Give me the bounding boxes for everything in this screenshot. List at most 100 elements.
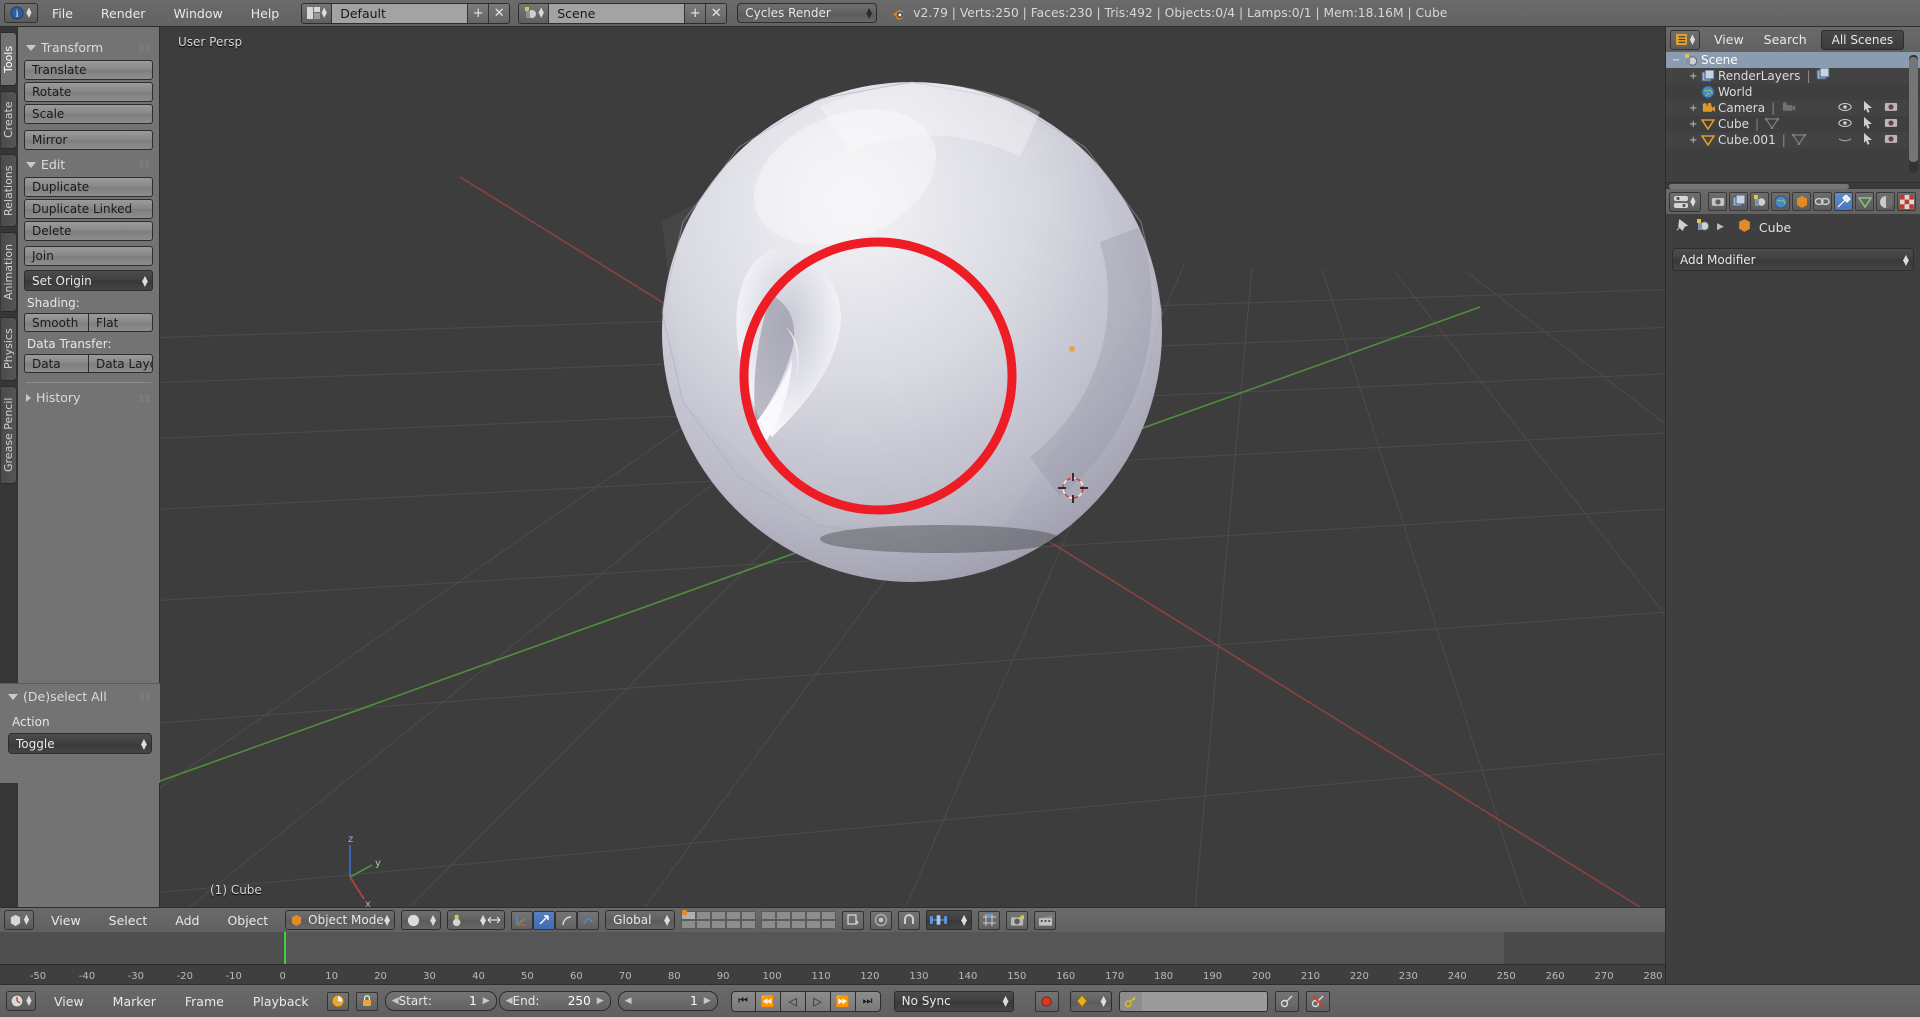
play-reverse-button[interactable]: ◁ [780, 990, 806, 1012]
shade-smooth-button[interactable]: Smooth [24, 313, 88, 332]
properties-tab-render[interactable] [1708, 192, 1727, 211]
proportional-edit-icon[interactable] [870, 910, 893, 930]
render-opengl-animation-icon[interactable] [1034, 910, 1057, 930]
manipulator-mode-icon[interactable] [577, 910, 600, 930]
screen-layout-name[interactable]: Default [332, 3, 468, 23]
tool-tab-tools[interactable]: Tools [1, 32, 17, 86]
add-layout-button[interactable]: + [467, 3, 489, 23]
menu-window[interactable]: Window [159, 0, 236, 27]
properties-tab-data[interactable] [1855, 192, 1874, 211]
viewport-shading-dropdown[interactable]: ▲ ▼ [401, 910, 442, 930]
tl-menu-frame[interactable]: Frame [174, 990, 235, 1012]
translate-manipulator-icon[interactable] [511, 910, 534, 930]
eye-icon[interactable] [1838, 101, 1852, 115]
decrement-icon[interactable]: ◀ [625, 996, 632, 1006]
start-frame-field[interactable]: ◀ Start: 1 ▶ [384, 991, 497, 1011]
properties-tab-scene[interactable] [1750, 192, 1769, 211]
interaction-mode-dropdown[interactable]: Object Mode ▲ ▼ [285, 910, 396, 930]
data-transfer-button[interactable]: Data [24, 354, 88, 373]
scene-name-field[interactable]: Scene [549, 3, 685, 23]
outliner-row-camera[interactable]: + Camera | [1666, 100, 1920, 116]
delete-keyframe-icon[interactable] [1305, 990, 1330, 1012]
properties-tab-material[interactable] [1876, 192, 1895, 211]
auto-keyframe-record-icon[interactable] [1034, 990, 1059, 1012]
menu-help[interactable]: Help [237, 0, 294, 27]
tool-tab-physics[interactable]: Physics [1, 317, 17, 381]
lock-time-icon[interactable] [355, 991, 378, 1011]
outliner-row-cube[interactable]: + Cube | [1666, 116, 1920, 132]
play-button[interactable]: ▷ [805, 990, 831, 1012]
editor-type-icon[interactable]: ▲ ▼ [4, 910, 34, 930]
properties-tab-modifiers[interactable] [1834, 192, 1853, 211]
outliner-hscrollbar[interactable] [1666, 182, 1920, 189]
rotate-manipulator-icon[interactable] [533, 910, 556, 930]
properties-tab-object[interactable] [1792, 192, 1811, 211]
tool-tab-animation[interactable]: Animation [1, 232, 17, 312]
snap-magnet-icon[interactable] [898, 910, 921, 930]
mirror-button[interactable]: Mirror [24, 130, 153, 150]
data-layout-transfer-button[interactable]: Data Layo [88, 354, 153, 373]
eye-icon[interactable] [1838, 117, 1852, 131]
rotate-button[interactable]: Rotate [24, 82, 153, 102]
camera-render-icon[interactable] [1884, 133, 1898, 147]
menu-render[interactable]: Render [87, 0, 160, 27]
duplicate-button[interactable]: Duplicate [24, 177, 153, 197]
outliner-editor-type-icon[interactable]: ▲ ▼ [1670, 29, 1700, 50]
manipulator-toggle-icon[interactable] [487, 914, 501, 929]
join-button[interactable]: Join [24, 246, 153, 266]
outliner-scrollbar[interactable] [1909, 55, 1918, 173]
use-preview-range-icon[interactable] [326, 991, 349, 1011]
increment-icon[interactable]: ▶ [597, 996, 604, 1006]
tl-menu-marker[interactable]: Marker [102, 990, 167, 1012]
cursor-arrow-icon[interactable] [1863, 132, 1873, 148]
blender-menu-icon[interactable]: i ▲ ▼ [4, 3, 38, 23]
tl-menu-view[interactable]: View [43, 990, 95, 1012]
timeline-ruler[interactable]: -50 -40 -30 -20 -10 0 10 20 30 40 50 60 70 80 90 100 110… [0, 964, 1665, 984]
properties-editor-type-icon[interactable]: ▲ ▼ [1669, 191, 1701, 212]
expander-icon[interactable]: − [1672, 55, 1684, 66]
decrement-icon[interactable]: ◀ [506, 996, 513, 1006]
outliner-menu-search[interactable]: Search [1758, 29, 1813, 51]
scene-selector[interactable]: ▲ ▼ Scene + ✕ [518, 2, 728, 24]
properties-tab-constraints[interactable] [1813, 192, 1832, 211]
outliner-menu-view[interactable]: View [1708, 29, 1750, 51]
scene-layers-grid-top[interactable] [681, 910, 837, 929]
expander-icon[interactable]: + [1689, 103, 1701, 114]
eye-closed-icon[interactable] [1838, 133, 1852, 147]
delete-layout-button[interactable]: ✕ [488, 3, 510, 23]
outliner-row-cube-001[interactable]: + Cube.001 | [1666, 132, 1920, 148]
add-modifier-button[interactable]: Add Modifier ▲ ▼ [1672, 248, 1914, 271]
active-keying-set-field[interactable] [1118, 990, 1268, 1012]
history-panel-header[interactable]: History ⣿⣿ [26, 390, 151, 405]
action-dropdown[interactable]: Toggle ▲ ▼ [8, 733, 152, 754]
translate-button[interactable]: Translate [24, 60, 153, 80]
previous-keyframe-button[interactable]: ⏪ [755, 990, 781, 1012]
pivot-point-dropdown[interactable]: ▲ ▼ [447, 910, 506, 930]
increment-icon[interactable]: ▶ [704, 996, 711, 1006]
tool-tab-grease-pencil[interactable]: Grease Pencil [1, 386, 17, 484]
tl-menu-playback[interactable]: Playback [242, 990, 320, 1012]
viewport-canvas[interactable]: z y x [160, 27, 1665, 907]
timeline-editor[interactable]: -50 -40 -30 -20 -10 0 10 20 30 40 50 60 70 80 90 100 110… [0, 932, 1665, 984]
outliner-row-world[interactable]: World [1666, 84, 1920, 100]
expander-icon[interactable]: + [1689, 135, 1701, 146]
delete-scene-button[interactable]: ✕ [705, 3, 727, 23]
decrement-icon[interactable]: ◀ [392, 996, 399, 1006]
render-engine-dropdown[interactable]: Cycles Render ▲ ▼ [737, 3, 878, 23]
3d-viewport[interactable]: z y x User Persp (1) Cube [160, 27, 1665, 907]
cursor-arrow-icon[interactable] [1863, 116, 1873, 132]
vp-menu-object[interactable]: Object [216, 909, 279, 931]
pin-icon[interactable] [1674, 218, 1689, 236]
camera-render-icon[interactable] [1884, 101, 1898, 115]
vp-menu-select[interactable]: Select [98, 909, 159, 931]
snap-target-icon[interactable] [978, 910, 1001, 930]
expander-icon[interactable]: + [1689, 119, 1701, 130]
keying-set-dropdown[interactable]: ▲ ▼ [1069, 990, 1112, 1012]
end-frame-field[interactable]: ◀ End: 250 ▶ [498, 991, 611, 1011]
expander-icon[interactable]: + [1689, 71, 1701, 82]
cursor-arrow-icon[interactable] [1863, 100, 1873, 116]
scale-button[interactable]: Scale [24, 104, 153, 124]
scale-manipulator-icon[interactable] [555, 910, 578, 930]
next-keyframe-button[interactable]: ⏩ [830, 990, 856, 1012]
jump-to-start-button[interactable]: ⏮ [730, 990, 756, 1012]
